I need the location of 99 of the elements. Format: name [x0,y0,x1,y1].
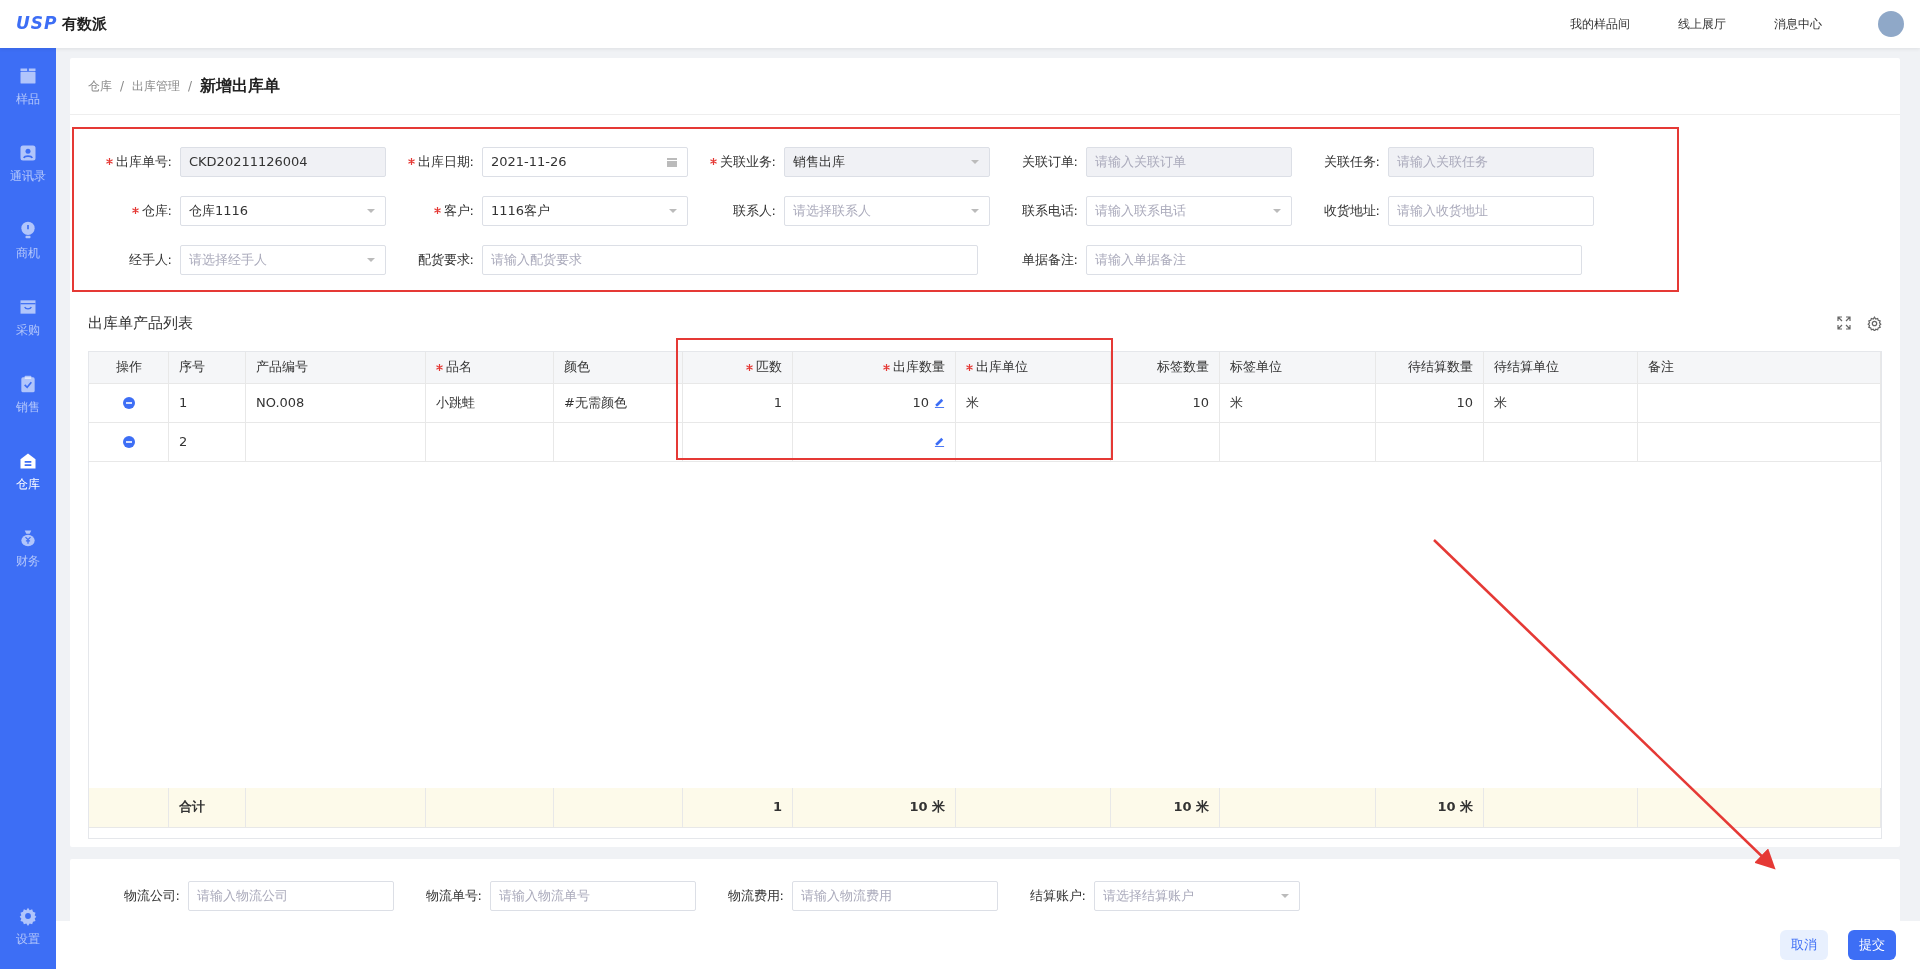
sidebar-item[interactable]: 采购 [0,279,56,356]
table-cell-text: 米 [1230,393,1243,412]
field-label: 联系电话: [1021,201,1078,220]
table-cell-text: NO.008 [256,393,305,412]
field-label: 配货要求: [417,250,474,269]
table-cell-text: 米 [1494,393,1507,412]
breadcrumb-link[interactable]: 出库管理 [132,77,181,95]
sidebar-item[interactable]: 样品 [0,48,56,125]
input-field[interactable]: 请输入单据备注 [1086,244,1582,275]
page-title: 新增出库单 [200,75,281,97]
column-header: 标签数量 [1157,358,1209,377]
field-label: 仓库: [141,201,172,220]
table-cell-text: 2 [179,432,188,451]
input-field[interactable]: 请输入物流公司 [188,880,394,911]
summary-cell-text: 10 米 [1437,798,1473,817]
submit-button[interactable]: 提交 [1848,930,1896,960]
summary-cell-text: 合计 [179,798,205,817]
dropdown-caret-icon [970,158,980,165]
column-header: 序号 [179,358,205,377]
table-cell-text: 米 [966,393,979,412]
sidebar-item[interactable]: 通讯录 [0,125,56,202]
select-field[interactable]: 请选择联系人 [784,195,990,226]
field-label: 关联任务: [1323,152,1380,171]
logo-mark: USP [16,12,58,36]
field-label: 客户: [443,201,474,220]
select-field[interactable]: 请选择结算账户 [1094,880,1300,911]
field-label: 物流单号: [425,886,482,905]
column-header: 待结算数量 [1408,358,1473,377]
select-field[interactable]: 仓库1116 [180,195,386,226]
nav-link[interactable]: 消息中心 [1774,15,1822,33]
column-header: 品名 [446,358,472,377]
select-field[interactable]: 请输入联系电话 [1086,195,1292,226]
settings-icon[interactable] [1867,315,1882,331]
breadcrumb-separator: / [188,78,193,95]
column-header: 出库单位 [976,358,1028,377]
dropdown-caret-icon [1280,892,1290,899]
table-cell-text: 1 [773,393,782,412]
column-header: 备注 [1648,358,1674,377]
dropdown-caret-icon [668,207,678,214]
field-label: 出库日期: [417,152,474,171]
table-cell-text: 小跳蛙 [436,393,475,412]
field-label: 关联业务: [719,152,776,171]
column-header: 标签单位 [1230,358,1282,377]
summary-cell-text: 10 米 [1173,798,1209,817]
column-header: 操作 [115,358,142,377]
table-cell-text: 10 [912,393,929,412]
field-label: 经手人: [128,250,172,269]
section-title: 出库单产品列表 [88,313,193,334]
summary-cell-text: 1 [772,798,782,817]
dropdown-caret-icon [366,207,376,214]
sidebar-item[interactable]: 销售 [0,356,56,433]
sidebar-item[interactable]: 财务 [0,510,56,587]
breadcrumb-link[interactable]: 仓库 [88,77,112,95]
table-cell-text: 10 [1192,393,1209,412]
input-field[interactable]: 请输入物流费用 [792,880,998,911]
remove-row-icon[interactable] [122,396,135,409]
remove-row-icon[interactable] [122,435,135,448]
edit-icon[interactable] [934,436,945,447]
cancel-button[interactable]: 取消 [1780,930,1828,960]
sidebar-item[interactable]: 商机 [0,202,56,279]
table-cell-text: 1 [179,393,188,412]
table-cell-text: 10 [1456,393,1473,412]
column-header: 颜色 [564,358,590,377]
field-label: 收货地址: [1323,201,1380,220]
edit-icon[interactable] [934,397,945,408]
table-cell-text: #无需颜色 [564,393,627,412]
column-header: 匹数 [756,358,782,377]
field-label: 物流公司: [123,886,180,905]
field-label: 关联订单: [1021,152,1078,171]
field-label: 出库单号: [115,152,172,171]
calendar-icon [666,155,678,168]
nav-link[interactable]: 我的样品间 [1570,15,1630,33]
field-label: 物流费用: [727,886,784,905]
input-field[interactable]: 请输入收货地址 [1388,195,1594,226]
dropdown-caret-icon [1272,207,1282,214]
clipboard-check-icon [18,373,38,394]
column-header: 产品编号 [256,358,308,377]
select-field[interactable]: 请选择经手人 [180,244,386,275]
input-field[interactable]: 请输入物流单号 [490,880,696,911]
sidebar-item[interactable]: 仓库 [0,433,56,510]
dropdown-caret-icon [366,256,376,263]
nav-link[interactable]: 线上展厅 [1678,15,1726,33]
column-header: 待结算单位 [1494,358,1559,377]
field-label: 结算账户: [1029,886,1086,905]
dropdown-caret-icon [970,207,980,214]
field-label: 联系人: [732,201,776,220]
user-avatar[interactable] [1878,11,1904,37]
select-field[interactable]: 1116客户 [482,195,688,226]
input-field[interactable]: 请输入配货要求 [482,244,978,275]
fullscreen-icon[interactable] [1837,315,1851,330]
summary-cell-text: 10 米 [909,798,945,817]
breadcrumb-separator: / [120,78,125,95]
field-label: 单据备注: [1021,250,1078,269]
date-field[interactable]: 2021-11-26 [482,146,688,177]
settings-icon [18,905,38,926]
logo-text: 有数派 [61,13,107,35]
sidebar-item[interactable]: 设置 [0,888,56,965]
column-header: 出库数量 [893,358,945,377]
lightbulb-icon [18,219,38,240]
